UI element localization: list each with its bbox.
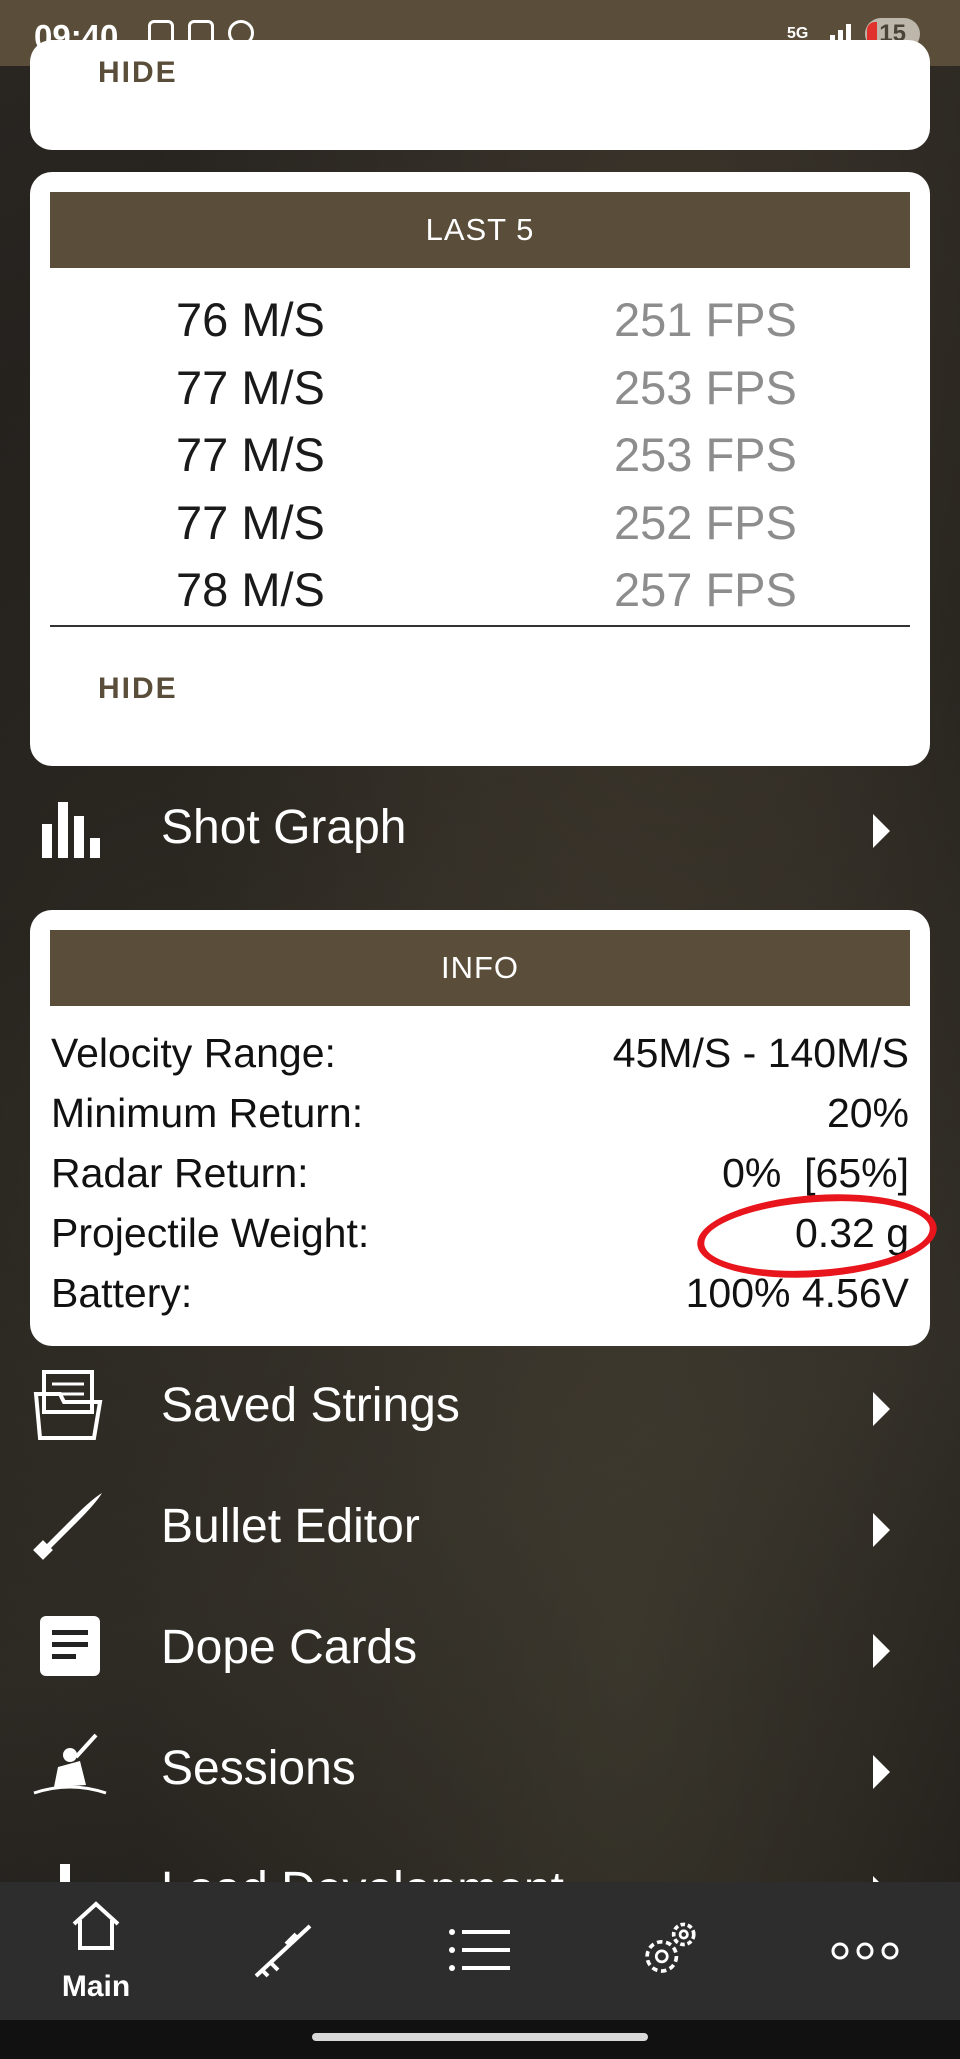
rifle-icon [254, 1924, 312, 1978]
nav-main[interactable]: Main [0, 1882, 192, 2020]
menu-item-load-development[interactable]: Load Development [0, 1848, 960, 1882]
info-header: INFO [50, 930, 910, 1006]
hide-button[interactable]: HIDE [98, 56, 178, 90]
info-key: Velocity Range: [51, 1030, 336, 1076]
menu-label: Saved Strings [161, 1379, 460, 1432]
info-card: INFO Velocity Range: 45M/S - 140M/S Mini… [30, 910, 930, 1346]
info-value: 0% [65%] [722, 1150, 909, 1196]
shot-row: 76 M/S 251 FPS [30, 292, 930, 360]
bar-chart-icon [42, 802, 100, 858]
chevron-right-icon [873, 1634, 890, 1668]
chevron-right-icon [873, 1755, 890, 1789]
more-icon [831, 1942, 899, 1960]
nav-list[interactable] [384, 1882, 576, 2020]
info-value: 45M/S - 140M/S [612, 1030, 909, 1076]
nav-settings[interactable] [576, 1882, 768, 2020]
list-icon [449, 1929, 510, 1971]
shot-speed-fps: 253 FPS [614, 428, 797, 481]
folder-icon [33, 1370, 103, 1440]
nav-more[interactable] [768, 1882, 960, 2020]
shot-speed-ms: 77 M/S [176, 496, 325, 549]
previous-card: HIDE [30, 40, 930, 150]
menu-label: Load Development [161, 1862, 564, 1882]
last5-card: LAST 5 76 M/S 251 FPS 77 M/S 253 FPS 77 … [30, 172, 930, 766]
bottom-nav: Main [0, 1882, 960, 2020]
chevron-right-icon [873, 814, 890, 848]
shot-speed-fps: 257 FPS [614, 563, 797, 616]
nav-label: Main [61, 1970, 131, 2003]
shot-row: 77 M/S 253 FPS [30, 360, 930, 428]
info-key: Projectile Weight: [51, 1210, 370, 1256]
bar-icon [60, 1864, 70, 1882]
info-row: Battery: 100% 4.56V [51, 1270, 909, 1326]
info-value: 20% [826, 1090, 909, 1136]
info-row: Minimum Return: 20% [51, 1090, 909, 1146]
last5-header: LAST 5 [50, 192, 910, 268]
info-row: Velocity Range: 45M/S - 140M/S [51, 1030, 909, 1086]
menu-label: Dope Cards [161, 1621, 418, 1674]
menu-item-shot-graph[interactable]: Shot Graph [0, 786, 960, 876]
home-icon [72, 1901, 120, 1950]
shooter-icon [33, 1733, 107, 1795]
menu-item-dope-cards[interactable]: Dope Cards [0, 1606, 960, 1696]
menu-item-bullet-editor[interactable]: Bullet Editor [0, 1485, 960, 1575]
shot-speed-fps: 252 FPS [614, 496, 797, 549]
shot-speed-ms: 78 M/S [176, 563, 325, 616]
info-row: Radar Return: 0% [65%] [51, 1150, 909, 1206]
bullet-icon [33, 1493, 102, 1560]
info-key: Battery: [51, 1270, 193, 1316]
menu-label: Sessions [161, 1742, 356, 1795]
shot-row: 78 M/S 257 FPS [30, 562, 930, 630]
shot-speed-ms: 77 M/S [176, 428, 325, 481]
shot-speed-fps: 251 FPS [614, 293, 797, 346]
gesture-bar [0, 2020, 960, 2059]
shot-speed-ms: 77 M/S [176, 361, 325, 414]
menu-item-sessions[interactable]: Sessions [0, 1727, 960, 1817]
hide-button[interactable]: HIDE [98, 672, 178, 706]
menu-label: Shot Graph [161, 801, 407, 854]
menu-item-saved-strings[interactable]: Saved Strings [0, 1364, 960, 1454]
shot-speed-ms: 76 M/S [176, 293, 325, 346]
info-key: Radar Return: [51, 1150, 309, 1196]
nav-rifle[interactable] [192, 1882, 384, 2020]
menu-label: Bullet Editor [161, 1500, 420, 1553]
divider [50, 625, 910, 627]
shot-speed-fps: 253 FPS [614, 361, 797, 414]
gear-icon [645, 1922, 696, 1973]
shot-row: 77 M/S 253 FPS [30, 427, 930, 495]
chevron-right-icon [873, 1513, 890, 1547]
chevron-right-icon [873, 1392, 890, 1426]
home-indicator[interactable] [312, 2033, 648, 2041]
document-icon [40, 1616, 100, 1676]
info-key: Minimum Return: [51, 1090, 364, 1136]
shot-row: 77 M/S 252 FPS [30, 495, 930, 563]
